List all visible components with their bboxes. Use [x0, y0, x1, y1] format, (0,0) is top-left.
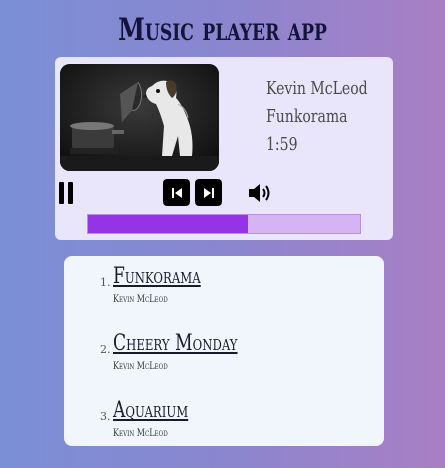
next-button[interactable]	[195, 179, 222, 206]
volume-icon	[249, 184, 270, 202]
volume-button[interactable]	[247, 181, 273, 209]
now-playing-info: Kevin McLeod Funkorama 1:59	[266, 75, 396, 159]
track-number: 2.	[100, 343, 111, 356]
track-artist: Kevin McLeod	[113, 294, 168, 305]
track-number: 1.	[100, 276, 111, 289]
track-artist: Kevin McLeod	[113, 361, 168, 372]
previous-icon	[171, 187, 182, 198]
progress-fill	[88, 215, 249, 233]
now-playing-artist: Kevin McLeod	[266, 78, 368, 99]
track-artist: Kevin McLeod	[113, 428, 168, 439]
now-playing-title: Funkorama	[266, 106, 348, 127]
track-title-link[interactable]: Aquarium	[113, 398, 188, 423]
track-number: 3.	[100, 410, 111, 423]
next-icon	[203, 187, 214, 198]
track-title-link[interactable]: Funkorama	[113, 264, 201, 289]
pause-icon	[59, 182, 64, 204]
player-card: Kevin McLeod Funkorama 1:59	[55, 57, 393, 240]
now-playing-time: 1:59	[266, 134, 298, 155]
track-title-link[interactable]: Cheery Monday	[113, 331, 238, 356]
progress-bar[interactable]	[87, 214, 361, 234]
app-title: Music player app	[118, 12, 327, 48]
pause-button[interactable]	[59, 182, 75, 204]
previous-button[interactable]	[163, 179, 190, 206]
album-art	[60, 64, 219, 171]
playlist: 1. Funkorama Kevin McLeod 2. Cheery Mond…	[64, 256, 384, 446]
